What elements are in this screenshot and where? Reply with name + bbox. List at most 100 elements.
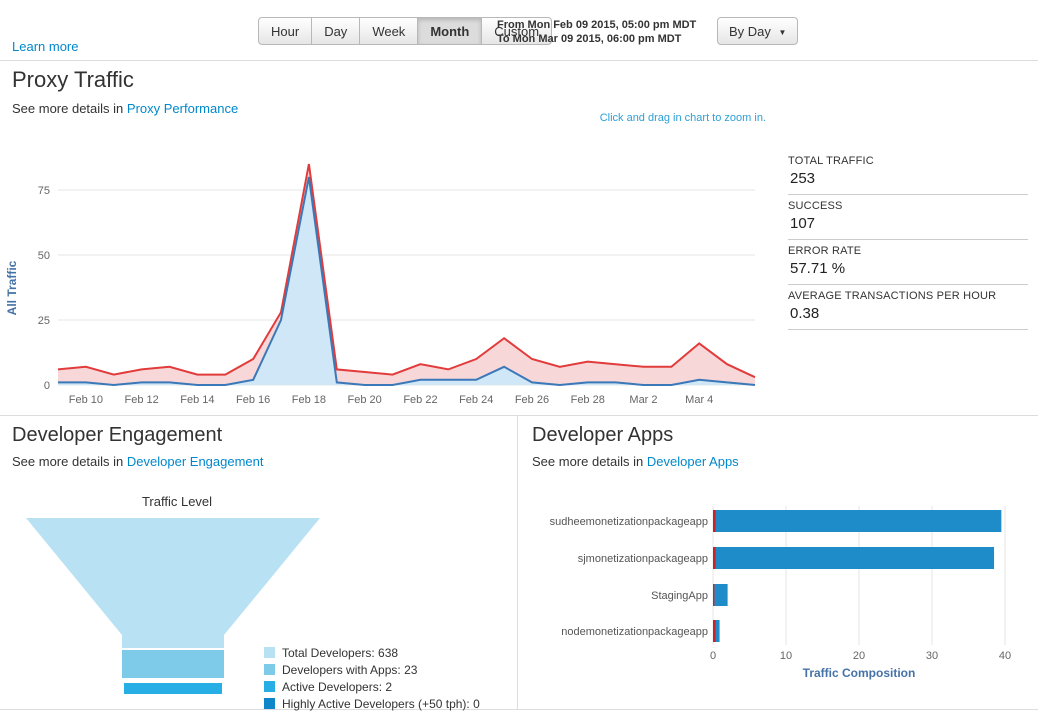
stat-label: ERROR RATE <box>788 245 1028 257</box>
bar-segment-errors[interactable] <box>713 584 714 606</box>
stat-row: AVERAGE TRANSACTIONS PER HOUR0.38 <box>788 285 1028 330</box>
see-more-text: See more details in <box>12 101 127 116</box>
interval-dropdown-button[interactable]: By Day ▼ <box>717 17 798 45</box>
learn-more-link[interactable]: Learn more <box>12 39 78 54</box>
date-to: To Mon Mar 09 2015, 06:00 pm MDT <box>497 32 696 46</box>
range-button-day[interactable]: Day <box>311 17 360 45</box>
developer-apps-link[interactable]: Developer Apps <box>647 454 739 469</box>
legend-label: Active Developers: 2 <box>282 680 392 694</box>
y-tick-label: 50 <box>38 250 50 262</box>
legend-item: Highly Active Developers (+50 tph): 0 <box>264 695 480 712</box>
analytics-dashboard: { "topbar": { "learn_more": "Learn more"… <box>0 0 1038 717</box>
legend-swatch-icon <box>264 698 275 709</box>
bar-segment-errors[interactable] <box>713 510 716 532</box>
engagement-see-more: See more details in Developer Engagement <box>12 454 264 469</box>
area-all-traffic <box>58 164 755 385</box>
bar-segment-success[interactable] <box>716 620 720 642</box>
developer-engagement-section: Developer Engagement See more details in… <box>0 416 518 710</box>
bottom-panels: Developer Engagement See more details in… <box>0 416 1038 710</box>
developer-engagement-title: Developer Engagement <box>12 424 222 447</box>
stat-label: TOTAL TRAFFIC <box>788 155 1028 167</box>
developer-apps-section: Developer Apps See more details in Devel… <box>518 416 1038 710</box>
legend-label: Total Developers: 638 <box>282 646 398 660</box>
category-label: StagingApp <box>651 590 708 602</box>
traffic-chart-plot[interactable]: 0255075Feb 10Feb 12Feb 14Feb 16Feb 18Feb… <box>2 150 774 410</box>
legend-label: Highly Active Developers (+50 tph): 0 <box>282 697 480 711</box>
funnel-title: Traffic Level <box>12 494 342 509</box>
legend-swatch-icon <box>264 681 275 692</box>
x-tick-label: Mar 4 <box>685 394 713 406</box>
stat-value: 253 <box>788 170 1028 187</box>
bar-segment-success[interactable] <box>714 584 727 606</box>
line-all-traffic <box>58 164 755 377</box>
x-tick-label: Mar 2 <box>629 394 657 406</box>
legend-item: Developers with Apps: 23 <box>264 661 480 678</box>
proxy-performance-link[interactable]: Proxy Performance <box>127 101 238 116</box>
x-tick-label: 40 <box>999 650 1011 662</box>
stat-row: TOTAL TRAFFIC 253 <box>788 150 1028 195</box>
category-label: sjmonetizationpackageapp <box>578 553 708 565</box>
category-label: sudheemonetizationpackageapp <box>550 516 708 528</box>
bar-segment-success[interactable] <box>716 510 1001 532</box>
x-tick-label: 10 <box>780 650 792 662</box>
x-tick-label: 20 <box>853 650 865 662</box>
x-tick-label: Feb 16 <box>236 394 270 406</box>
stat-value: 57.71 % <box>788 260 1028 277</box>
apps-bar-chart[interactable]: 0 10 20 30 40 sudheemonetizationpackageapp sjm… <box>518 502 1037 687</box>
funnel-segment-developers-with-apps <box>122 650 224 678</box>
legend-swatch-icon <box>264 647 275 658</box>
legend-swatch-icon <box>264 664 275 675</box>
bar-segment-errors[interactable] <box>713 547 716 569</box>
line-success <box>58 177 755 385</box>
proxy-see-more: See more details in Proxy Performance <box>12 101 238 116</box>
developer-engagement-link[interactable]: Developer Engagement <box>127 454 264 469</box>
funnel-legend: Total Developers: 638 Developers with App… <box>264 644 480 712</box>
range-button-week[interactable]: Week <box>359 17 418 45</box>
area-success <box>58 177 755 385</box>
bar-segment-success[interactable] <box>716 547 994 569</box>
x-tick-label: 0 <box>710 650 716 662</box>
see-more-text: See more details in <box>12 454 127 469</box>
x-axis-label: Traffic Composition <box>803 666 916 680</box>
date-from: From Mon Feb 09 2015, 05:00 pm MDT <box>497 18 696 32</box>
x-tick-label: Feb 14 <box>180 394 214 406</box>
x-tick-label: Feb 10 <box>69 394 103 406</box>
stat-row: SUCCESS 107 <box>788 195 1028 240</box>
stat-value: 107 <box>788 215 1028 232</box>
category-label: nodemonetizationpackageapp <box>561 626 708 638</box>
date-range: From Mon Feb 09 2015, 05:00 pm MDT To Mo… <box>497 18 696 46</box>
x-tick-label: Feb 26 <box>515 394 549 406</box>
x-tick-label: 30 <box>926 650 938 662</box>
funnel-segment-total-developers <box>26 518 320 635</box>
x-tick-label: Feb 28 <box>571 394 605 406</box>
traffic-stats: TOTAL TRAFFIC 253 SUCCESS 107 ERROR RATE 57.7… <box>788 150 1028 330</box>
see-more-text: See more details in <box>532 454 647 469</box>
stat-label: SUCCESS <box>788 200 1028 212</box>
y-tick-label: 25 <box>38 315 50 327</box>
proxy-traffic-title: Proxy Traffic <box>12 67 134 93</box>
range-button-month[interactable]: Month <box>417 17 482 45</box>
developer-apps-title: Developer Apps <box>532 424 673 447</box>
x-tick-label: Feb 18 <box>292 394 326 406</box>
toolbar: Learn more HourDayWeekMonthCustom From M… <box>0 0 1038 61</box>
x-tick-label: Feb 24 <box>459 394 493 406</box>
apps-see-more: See more details in Developer Apps <box>532 454 739 469</box>
stat-label: AVERAGE TRANSACTIONS PER HOUR <box>788 290 1028 302</box>
legend-label: Developers with Apps: 23 <box>282 663 417 677</box>
proxy-traffic-section: Proxy Traffic See more details in Proxy … <box>0 61 1038 416</box>
bar-segment-errors[interactable] <box>713 620 716 642</box>
zoom-hint: Click and drag in chart to zoom in. <box>600 112 766 124</box>
legend-item: Total Developers: 638 <box>264 644 480 661</box>
caret-down-icon: ▼ <box>779 28 787 37</box>
interval-label: By Day <box>729 24 771 39</box>
y-tick-label: 0 <box>44 380 50 392</box>
x-tick-label: Feb 12 <box>125 394 159 406</box>
x-tick-label: Feb 22 <box>403 394 437 406</box>
legend-item: Active Developers: 2 <box>264 678 480 695</box>
x-tick-label: Feb 20 <box>348 394 382 406</box>
funnel-stem-total-developers <box>122 635 224 648</box>
funnel-segment-active-developers <box>124 683 222 694</box>
y-axis-label: All Traffic <box>5 260 19 315</box>
range-button-hour[interactable]: Hour <box>258 17 312 45</box>
stat-row: ERROR RATE 57.71 % <box>788 240 1028 285</box>
